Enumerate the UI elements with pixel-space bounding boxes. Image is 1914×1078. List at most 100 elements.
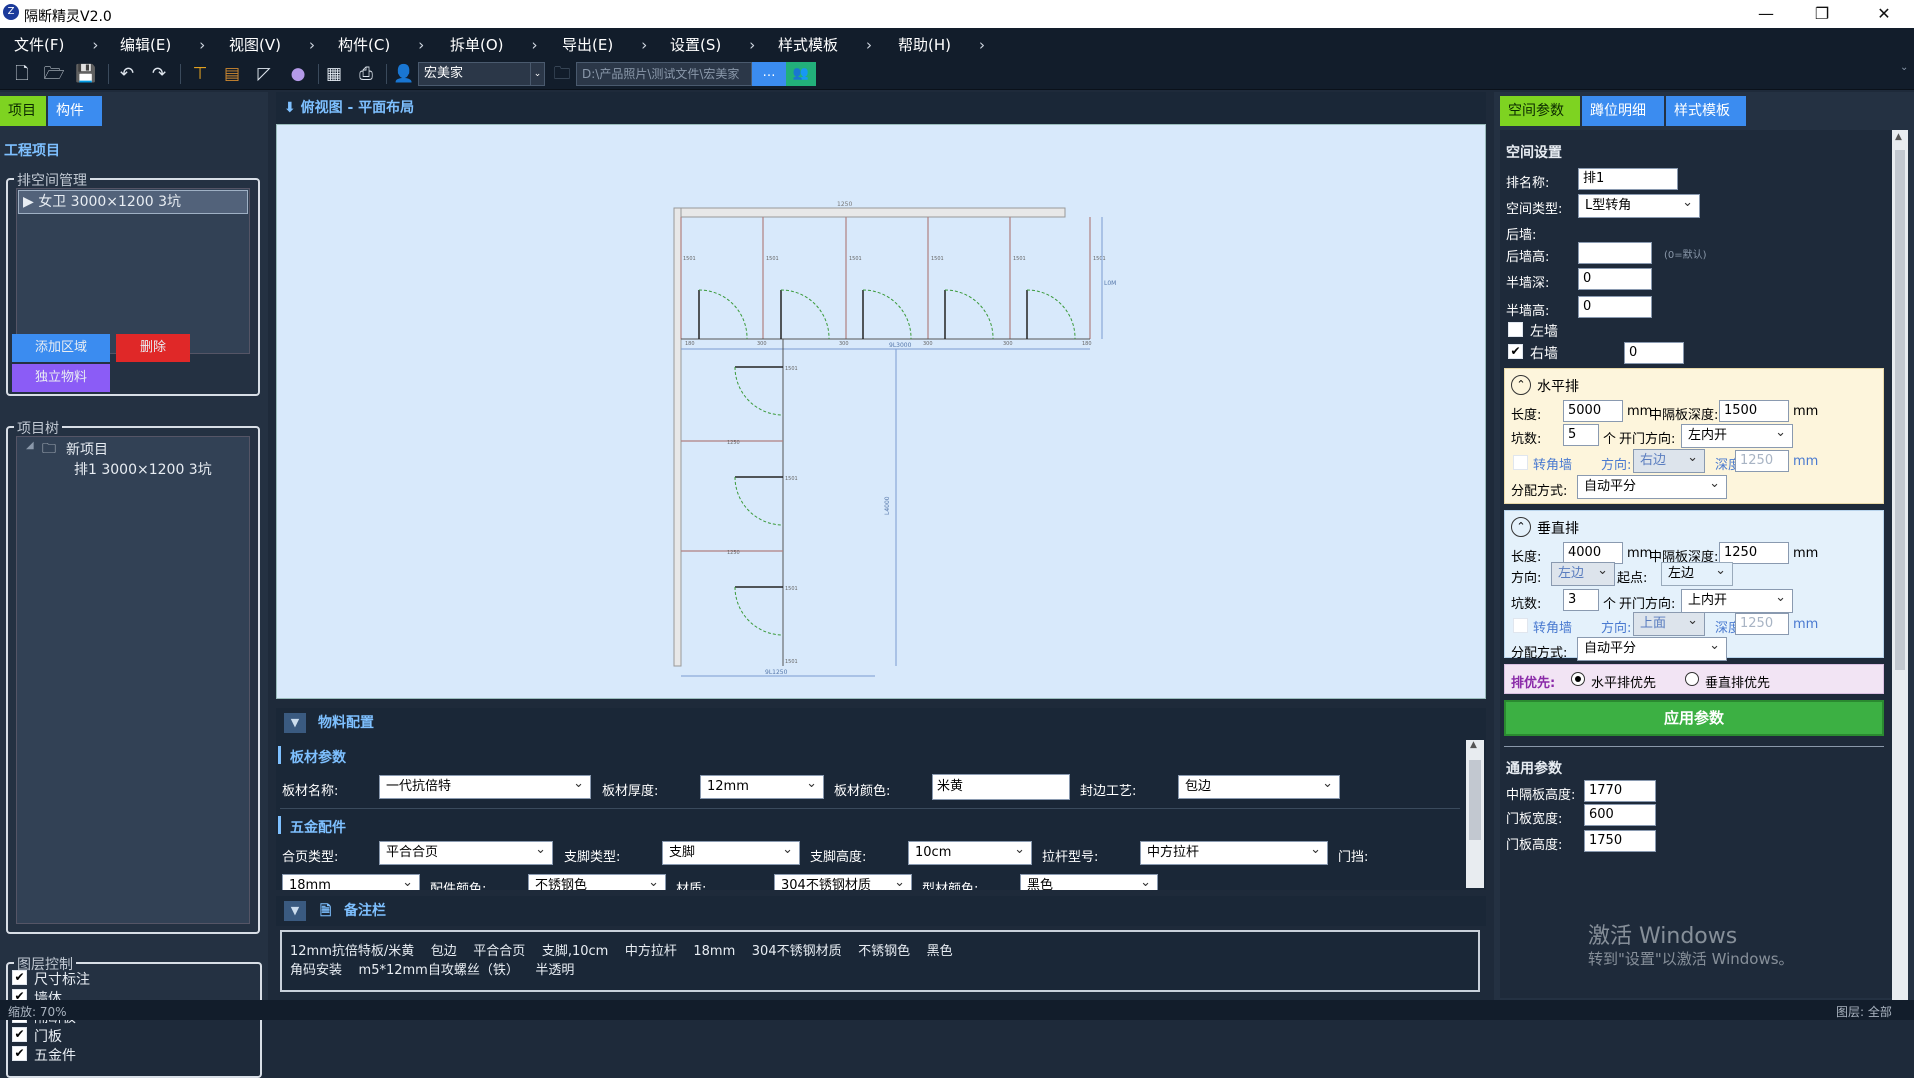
v-alloc-select[interactable]: 自动平分 bbox=[1577, 635, 1727, 661]
v-pits-input[interactable]: 3 bbox=[1563, 589, 1599, 611]
v-cdir-select[interactable]: 上面 bbox=[1633, 610, 1705, 636]
menu-style-template[interactable]: 样式模板 › bbox=[778, 34, 872, 55]
menu-file[interactable]: 文件(F) › bbox=[14, 34, 98, 55]
profile-color-select[interactable]: 黑色 bbox=[1020, 874, 1158, 890]
user-select[interactable]: 宏美家 ⌄ bbox=[418, 62, 545, 86]
board-thick-select[interactable]: 12mm bbox=[700, 773, 824, 799]
browse-button[interactable]: … bbox=[752, 62, 786, 86]
menu-help[interactable]: 帮助(H) › bbox=[898, 34, 985, 55]
users-icon[interactable]: 👥 bbox=[786, 62, 816, 86]
h-length-input[interactable]: 5000 bbox=[1563, 400, 1623, 422]
h-mid-depth-input[interactable]: 1500 bbox=[1719, 400, 1789, 422]
chevron-up-icon[interactable]: ⌃ bbox=[1511, 517, 1531, 537]
tab-component[interactable]: 构件 bbox=[48, 96, 102, 126]
tab-style-template[interactable]: 样式模板 bbox=[1666, 96, 1746, 126]
path-field[interactable]: D:\产品照片\测试文件\宏美家 bbox=[576, 62, 752, 86]
maximize-button[interactable]: ❐ bbox=[1794, 0, 1850, 28]
material-config-header[interactable]: ▼ 物料配置 bbox=[276, 708, 1486, 738]
collapse-icon[interactable]: ◢ bbox=[26, 440, 34, 451]
export-icon[interactable]: ⎙ bbox=[354, 62, 378, 86]
new-file-icon[interactable]: 🗋 bbox=[10, 62, 34, 86]
v-start-select[interactable]: 左边 bbox=[1661, 560, 1733, 586]
undo-icon[interactable]: ↶ bbox=[115, 62, 139, 86]
scrollbar-thumb[interactable] bbox=[1895, 150, 1905, 670]
board-color-input[interactable]: 米黄 bbox=[932, 774, 1070, 800]
independent-material-button[interactable]: 独立物料 bbox=[12, 364, 110, 392]
toolbar-overflow-icon[interactable]: ⌄ bbox=[1900, 62, 1908, 73]
row-name-input[interactable]: 排1 bbox=[1578, 168, 1678, 190]
tree-node-label[interactable]: 排1 3000×1200 3坑 bbox=[74, 459, 212, 479]
minimize-button[interactable]: — bbox=[1738, 0, 1794, 28]
mid-height-input[interactable]: 1770 bbox=[1584, 780, 1656, 802]
h-corner-wall-checkbox[interactable] bbox=[1513, 455, 1528, 470]
material-select[interactable]: 304不锈钢材质 bbox=[774, 874, 912, 890]
collapse-icon[interactable]: ▼ bbox=[284, 713, 306, 733]
hinge-select[interactable]: 平合合页 bbox=[379, 839, 553, 865]
params-scrollbar[interactable]: ▲ bbox=[1892, 130, 1908, 1000]
add-area-button[interactable]: 添加区域 bbox=[12, 334, 110, 362]
report-icon[interactable]: ▦ bbox=[322, 62, 346, 86]
notes-header[interactable]: ▼ 🗎 备注栏 bbox=[276, 896, 1486, 926]
tab-project[interactable]: 项目 bbox=[0, 96, 46, 126]
v-corner-wall-checkbox[interactable] bbox=[1513, 618, 1528, 633]
h-alloc-select[interactable]: 自动平分 bbox=[1577, 473, 1727, 499]
back-height-input[interactable] bbox=[1578, 242, 1652, 264]
angle-tool-icon[interactable]: ◸ bbox=[252, 62, 276, 86]
floor-plan-canvas[interactable]: 1250 9L3000 1501 1501 1501 1501 1501 150… bbox=[276, 124, 1486, 699]
left-wall-checkbox[interactable] bbox=[1508, 322, 1523, 337]
circle-tool-icon[interactable]: ● bbox=[286, 62, 310, 86]
tab-stall-details[interactable]: 蹲位明细 bbox=[1582, 96, 1664, 126]
priority-v-radio[interactable] bbox=[1685, 672, 1699, 686]
checkbox-checked-icon[interactable]: ✔ bbox=[12, 1027, 27, 1042]
redo-icon[interactable]: ↷ bbox=[147, 62, 171, 86]
scrollbar-thumb[interactable] bbox=[1469, 760, 1481, 840]
close-button[interactable]: ✕ bbox=[1856, 0, 1912, 28]
delete-button[interactable]: 删除 bbox=[116, 334, 190, 362]
h-door-dir-select[interactable]: 左内开 bbox=[1681, 422, 1793, 448]
menu-export[interactable]: 导出(E) › bbox=[562, 34, 647, 55]
space-type-select[interactable]: L型转角 bbox=[1578, 192, 1700, 218]
menu-split[interactable]: 拆单(O) › bbox=[450, 34, 538, 55]
edge-select[interactable]: 包边 bbox=[1178, 773, 1340, 799]
partition-tool-icon[interactable]: ⊤ bbox=[188, 62, 212, 86]
menu-view[interactable]: 视图(V) › bbox=[229, 34, 315, 55]
priority-h-radio[interactable] bbox=[1571, 672, 1585, 686]
v-depth-input[interactable]: 1250 bbox=[1735, 613, 1789, 635]
open-folder-icon[interactable]: 🗁 bbox=[42, 62, 66, 86]
apply-params-button[interactable]: 应用参数 bbox=[1504, 700, 1884, 736]
material-scrollbar[interactable]: ▲ bbox=[1466, 740, 1484, 888]
save-icon[interactable]: 💾 bbox=[74, 62, 98, 86]
board-name-select[interactable]: 一代抗倍特 bbox=[379, 773, 591, 799]
leg-select[interactable]: 支脚 bbox=[662, 839, 800, 865]
tab-space-params[interactable]: 空间参数 bbox=[1500, 96, 1580, 126]
tree-root-label[interactable]: 新项目 bbox=[66, 439, 108, 459]
right-wall-input[interactable]: 0 bbox=[1624, 342, 1684, 364]
checkbox-checked-icon[interactable]: ✔ bbox=[12, 1046, 27, 1061]
door-width-input[interactable]: 600 bbox=[1584, 804, 1656, 826]
menu-edit[interactable]: 编辑(E) › bbox=[120, 34, 205, 55]
half-depth-input[interactable]: 0 bbox=[1578, 268, 1652, 290]
checkbox-checked-icon[interactable]: ✔ bbox=[12, 970, 27, 985]
fitting-color-select[interactable]: 不锈钢色 bbox=[528, 874, 666, 890]
leg-height-select[interactable]: 10cm bbox=[908, 839, 1032, 865]
notes-textarea[interactable]: 12mm抗倍特板/米黄 包边 平合合页 支脚,10cm 中方拉杆 18mm 30… bbox=[280, 930, 1480, 992]
chevron-up-icon[interactable]: ⌃ bbox=[1511, 375, 1531, 395]
h-depth-input[interactable]: 1250 bbox=[1735, 450, 1789, 472]
space-list-item[interactable]: ▶ 女卫 3000×1200 3坑 bbox=[18, 190, 248, 214]
v-mid-depth-input[interactable]: 1250 bbox=[1719, 542, 1789, 564]
chevron-up-icon[interactable]: ▲ bbox=[1470, 740, 1477, 750]
door-height-input[interactable]: 1750 bbox=[1584, 830, 1656, 852]
half-height-input[interactable]: 0 bbox=[1578, 296, 1652, 318]
bar-select[interactable]: 中方拉杆 bbox=[1140, 839, 1328, 865]
chevron-up-icon[interactable]: ▲ bbox=[1895, 132, 1902, 142]
right-wall-checkbox[interactable]: ✔ bbox=[1508, 344, 1523, 359]
h-pits-input[interactable]: 5 bbox=[1563, 424, 1599, 446]
menu-component[interactable]: 构件(C) › bbox=[338, 34, 424, 55]
menu-settings[interactable]: 设置(S) › bbox=[670, 34, 755, 55]
v-length-input[interactable]: 4000 bbox=[1563, 542, 1623, 564]
v-dir-select[interactable]: 左边 bbox=[1551, 560, 1615, 586]
door-tool-icon[interactable]: ▤ bbox=[220, 62, 244, 86]
door-stop-select[interactable]: 18mm bbox=[282, 874, 420, 890]
collapse-icon[interactable]: ▼ bbox=[284, 901, 306, 921]
h-dir-select[interactable]: 右边 bbox=[1633, 447, 1705, 473]
